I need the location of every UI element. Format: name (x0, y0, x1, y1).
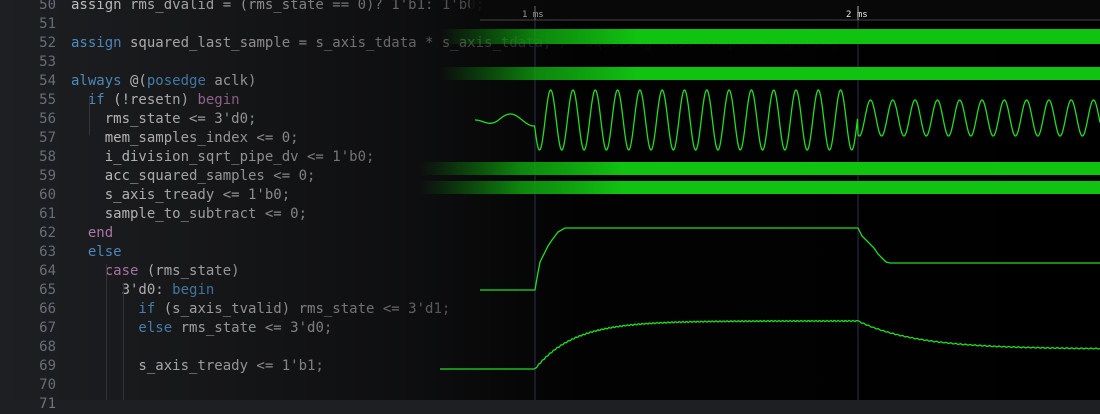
code-text: assign squared_last_sample = s_axis_tdat… (71, 34, 838, 53)
code-token: s_axis_tready <= 1'b1; (71, 358, 324, 374)
code-line[interactable]: 68 (0, 338, 1100, 357)
code-token: rms_state <= 3'd0; (71, 111, 257, 127)
code-token: 3'd0: (71, 282, 173, 298)
code-token: begin (197, 92, 240, 108)
code-token: rms_state <= 3'd0; (172, 320, 333, 336)
indent-guide (123, 283, 124, 400)
line-number: 58 (39, 149, 56, 165)
code-line[interactable]: 57 mem_samples_index <= 0; (0, 129, 1100, 148)
code-text: s_axis_tready <= 1'b0; (71, 186, 290, 205)
code-text: always @(posedge aclk) (71, 72, 256, 91)
line-number: 62 (39, 225, 56, 241)
line-number: 65 (39, 282, 56, 298)
code-token: begin (172, 282, 215, 298)
code-token: always (71, 73, 122, 89)
code-token: case (71, 263, 139, 279)
line-number: 59 (39, 168, 56, 184)
code-text: i_division_sqrt_pipe_dv <= 1'b0; (71, 148, 375, 167)
line-number: 54 (39, 73, 56, 89)
code-token: end (71, 225, 114, 241)
code-text: mem_samples_index <= 0; (71, 129, 299, 148)
line-number: 63 (39, 244, 56, 260)
code-text: acc_squared_samples <= 0; (71, 167, 316, 186)
line-number: 69 (39, 358, 56, 374)
indent-guide (89, 96, 90, 135)
code-token: acc_squared_samples <= 0; (71, 168, 316, 184)
line-number: 52 (39, 35, 56, 51)
code-token: i_division_sqrt_pipe_dv <= 1'b0; (71, 149, 375, 165)
code-token: (rms_state) (138, 263, 240, 279)
code-line[interactable]: 67 else rms_state <= 3'd0; (0, 319, 1100, 338)
code-line[interactable]: 53 (0, 53, 1100, 72)
code-text: else (71, 243, 122, 262)
code-line[interactable]: 64 case (rms_state) (0, 262, 1100, 281)
code-token: else (71, 244, 122, 260)
code-line[interactable]: 50 assign rms_dvalid = (rms_state == 0)? … (0, 0, 1100, 15)
line-number: 68 (39, 339, 56, 355)
code-token: else (71, 320, 173, 336)
code-token: if (71, 301, 156, 317)
code-line[interactable]: 54 always @(posedge aclk) (0, 72, 1100, 91)
line-number: 60 (39, 187, 56, 203)
code-token: posedge (146, 73, 206, 89)
code-text: assign rms_dvalid = (rms_state == 0)? 1'… (71, 0, 484, 15)
code-line[interactable]: 63 else (0, 243, 1100, 262)
code-token: (!resetn) (104, 92, 198, 108)
code-text: s_axis_tready <= 1'b1; (71, 357, 324, 376)
code-line[interactable]: 55 if (!resetn) begin (0, 91, 1100, 110)
code-token: if (71, 92, 105, 108)
line-number: 55 (39, 92, 56, 108)
code-token: squared_last_sample = s_axis_tdata * s_a… (121, 35, 560, 51)
code-line[interactable]: 66 if (s_axis_tvalid) rms_state <= 3'd1; (0, 300, 1100, 319)
code-text: sample_to_subtract <= 0; (71, 205, 307, 224)
code-text: 3'd0: begin (71, 281, 215, 300)
code-text: if (!resetn) begin (71, 91, 240, 110)
code-token: assign rms_dvalid = (rms_state == 0)? 1'… (71, 0, 485, 13)
code-line[interactable]: 51 (0, 15, 1100, 34)
code-text: rms_state <= 3'd0; (71, 110, 257, 129)
code-line[interactable]: 56 rms_state <= 3'd0; (0, 110, 1100, 129)
code-line[interactable]: 60 s_axis_tready <= 1'b0; (0, 186, 1100, 205)
line-number: 71 (39, 396, 56, 412)
code-token: mem_samples_index <= 0; (71, 130, 299, 146)
code-text: else rms_state <= 3'd0; (71, 319, 332, 338)
code-editor[interactable]: 50 assign rms_dvalid = (rms_state == 0)? … (0, 0, 1100, 412)
line-number: 67 (39, 320, 56, 336)
indent-guide (106, 264, 107, 400)
code-text: if (s_axis_tvalid) rms_state <= 3'd1; (71, 300, 450, 319)
code-token: sample_to_subtract <= 0; (71, 206, 308, 222)
code-token: (s_axis_tvalid) rms_state <= 3'd1; (155, 301, 451, 317)
code-token: aclk) (205, 73, 257, 89)
code-token: s_axis_tready <= 1'b0; (71, 187, 291, 203)
code-text: end (71, 224, 113, 243)
code-token: @( (121, 73, 147, 89)
code-line[interactable]: 71 (0, 395, 1100, 414)
code-token: /* squaring last sample computing (559, 35, 839, 51)
line-number: 66 (39, 301, 56, 317)
line-number: 50 (39, 0, 56, 13)
code-line[interactable]: 61 sample_to_subtract <= 0; (0, 205, 1100, 224)
code-line[interactable]: 62 end (0, 224, 1100, 243)
line-number: 61 (39, 206, 56, 222)
code-line[interactable]: 59 acc_squared_samples <= 0; (0, 167, 1100, 186)
line-number: 53 (39, 54, 56, 70)
code-line[interactable]: 58 i_division_sqrt_pipe_dv <= 1'b0; (0, 148, 1100, 167)
code-line[interactable]: 65 3'd0: begin (0, 281, 1100, 300)
line-number: 56 (39, 111, 56, 127)
code-line[interactable]: 70 (0, 376, 1100, 395)
code-line[interactable]: 69 s_axis_tready <= 1'b1; (0, 357, 1100, 376)
code-line[interactable]: 52 assign squared_last_sample = s_axis_td… (0, 34, 1100, 53)
line-number: 57 (39, 130, 56, 146)
line-number: 70 (39, 377, 56, 393)
line-number: 51 (39, 16, 56, 32)
line-number: 64 (39, 263, 56, 279)
code-text: case (rms_state) (71, 262, 240, 281)
code-token: assign (71, 35, 122, 51)
